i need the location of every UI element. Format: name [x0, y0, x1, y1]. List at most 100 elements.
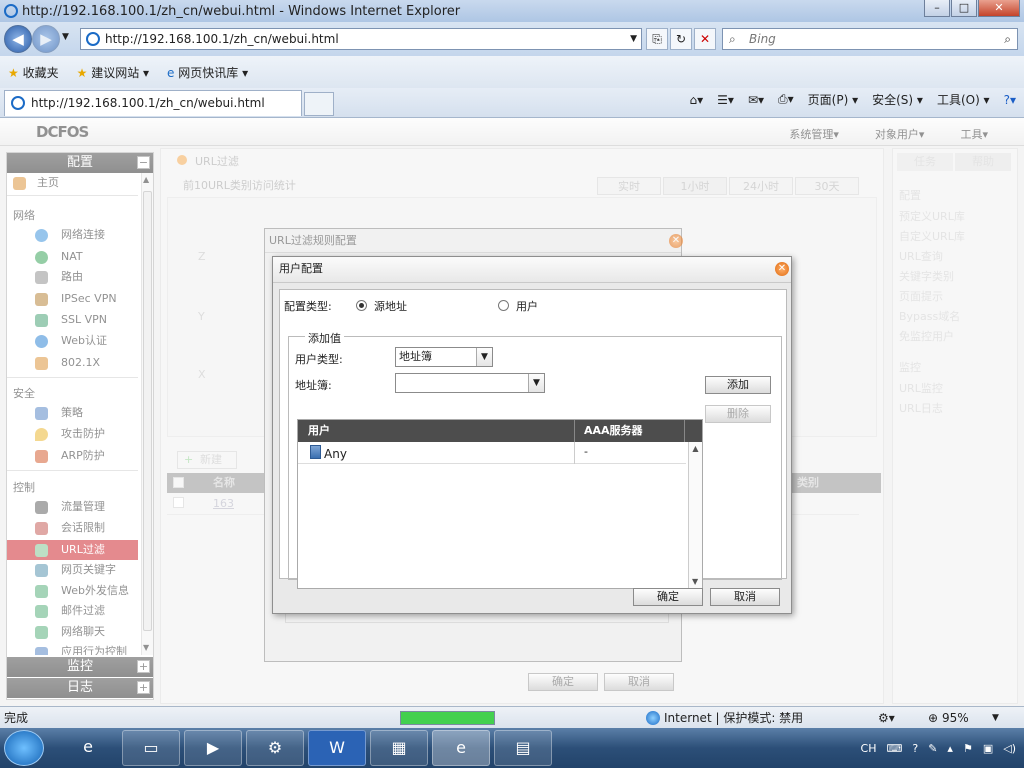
tab-label: http://192.168.100.1/zh_cn/webui.html	[31, 96, 265, 110]
wps-taskbar-icon[interactable]: W	[308, 730, 366, 766]
minimize-button[interactable]: –	[924, 0, 950, 17]
zoom-icon: ⊕	[928, 711, 939, 725]
compat-view-icon[interactable]: ⎘	[646, 28, 668, 50]
address-dropdown-icon[interactable]: ▼	[630, 29, 637, 49]
tray-expand-icon[interactable]: ▴	[947, 742, 953, 755]
divider	[684, 420, 685, 442]
zone-text: Internet | 保护模式: 禁用	[664, 711, 804, 725]
add-button[interactable]: 添加	[705, 376, 771, 394]
bing-search-icon: ⌕	[729, 32, 736, 46]
add-favorite-icon: ★	[76, 65, 88, 80]
chevron-down-icon[interactable]: ▼	[528, 374, 544, 392]
favorites-bar: ★ 收藏夹 ★ 建议网站 ▾ e 网页快讯库 ▾	[0, 56, 1024, 88]
user-type-select[interactable]: 地址簿 ▼	[395, 347, 493, 367]
start-button[interactable]	[4, 730, 44, 766]
suggested-sites-label: 建议网站 ▾	[91, 65, 150, 80]
grid-scrollbar[interactable]: ▲ ▼	[688, 442, 702, 588]
safety-menu[interactable]: 安全(S) ▾	[872, 91, 923, 108]
network-taskbar-icon[interactable]: ▦	[370, 730, 428, 766]
grid-header: 用户 AAA服务器	[298, 420, 702, 442]
table-row[interactable]: Any -	[298, 442, 686, 464]
user-type-label: 用户类型:	[295, 353, 343, 366]
close-window-button[interactable]: ✕	[978, 0, 1020, 17]
tools-menu[interactable]: 工具(O) ▾	[937, 91, 990, 108]
browser-tab[interactable]: http://192.168.100.1/zh_cn/webui.html	[4, 90, 302, 116]
search-placeholder: Bing	[749, 32, 776, 46]
addressbook-select[interactable]: ▼	[395, 373, 545, 393]
page-icon	[86, 32, 100, 46]
search-icon[interactable]: ⌕	[1004, 29, 1011, 49]
home-icon[interactable]: ⌂▾	[690, 93, 704, 107]
radio-source-address[interactable]	[356, 300, 367, 311]
window-title: http://192.168.100.1/zh_cn/webui.html - …	[22, 3, 461, 19]
help-icon[interactable]: ?	[912, 742, 918, 755]
forward-button[interactable]: ▶	[32, 25, 60, 53]
keyboard-icon[interactable]: ⌨	[886, 742, 902, 755]
web-slice-button[interactable]: e 网页快讯库 ▾	[167, 64, 248, 81]
pen-icon[interactable]: ✎	[928, 742, 937, 755]
user-group-icon	[310, 445, 321, 459]
stop-icon[interactable]: ✕	[694, 28, 716, 50]
close-icon[interactable]: ✕	[669, 234, 683, 248]
divider	[574, 420, 575, 442]
ok-button[interactable]: 确定	[633, 588, 703, 606]
refresh-icon[interactable]: ↻	[670, 28, 692, 50]
chevron-down-icon[interactable]: ▼	[476, 348, 492, 366]
address-text: http://192.168.100.1/zh_cn/webui.html	[105, 32, 339, 46]
page-menu[interactable]: 页面(P) ▾	[808, 91, 858, 108]
dialog-header: 用户配置	[273, 257, 791, 283]
ie-taskbar-icon[interactable]: e	[60, 730, 116, 766]
protected-mode-icon[interactable]: ⚙▾	[878, 707, 895, 729]
help-icon[interactable]: ?▾	[1004, 93, 1016, 107]
media-taskbar-icon[interactable]: ▶	[184, 730, 242, 766]
user-config-dialog: 用户配置 ✕ 配置类型: 源地址 用户 添加值 用户类型: 地址簿 ▼ 地址簿:…	[272, 256, 792, 614]
bg-ok-button[interactable]: 确定	[528, 673, 598, 691]
close-icon[interactable]: ✕	[775, 262, 789, 276]
cancel-button[interactable]: 取消	[710, 588, 780, 606]
window-controls: – □ ✕	[924, 0, 1020, 17]
radio-user[interactable]	[498, 300, 509, 311]
bg-cancel-button[interactable]: 取消	[604, 673, 674, 691]
addressbook-label: 地址簿:	[295, 379, 332, 392]
ie-icon	[4, 4, 18, 18]
address-toolbar: ◀ ▶ ▼ http://192.168.100.1/zh_cn/webui.h…	[0, 22, 1024, 56]
radio-user-label: 用户	[516, 300, 538, 313]
address-input[interactable]: http://192.168.100.1/zh_cn/webui.html ▼	[80, 28, 642, 50]
doc-taskbar-icon[interactable]: ▤	[494, 730, 552, 766]
suggested-sites-button[interactable]: ★ 建议网站 ▾	[77, 64, 149, 81]
search-input[interactable]: ⌕ Bing ⌕	[722, 28, 1018, 50]
back-button[interactable]: ◀	[4, 25, 32, 53]
web-slice-label: 网页快讯库 ▾	[178, 65, 249, 80]
zoom-dropdown-icon[interactable]: ▼	[992, 707, 999, 729]
tool-taskbar-icon[interactable]: ⚙	[246, 730, 304, 766]
zoom-level[interactable]: 95%	[942, 707, 969, 729]
system-tray: CH ⌨ ? ✎ ▴ ⚑ ▣ ◁)	[861, 728, 1024, 768]
ie-active-taskbar-icon[interactable]: e	[432, 730, 490, 766]
globe-icon	[646, 711, 660, 725]
dialog-body: 配置类型: 源地址 用户 添加值 用户类型: 地址簿 ▼ 地址簿: ▼ 添加 删…	[279, 289, 787, 589]
mail-icon[interactable]: ✉▾	[748, 93, 764, 107]
maximize-button[interactable]: □	[951, 0, 977, 17]
status-text: 完成	[4, 711, 29, 725]
feeds-icon[interactable]: ☰▾	[717, 93, 734, 107]
history-dropdown-icon[interactable]: ▼	[62, 32, 69, 42]
favorites-label: 收藏夹	[22, 65, 59, 80]
url-rule-dialog-title: URL过滤规则配置	[265, 229, 681, 253]
ime-indicator[interactable]: CH	[861, 742, 877, 755]
favorites-button[interactable]: ★ 收藏夹	[8, 64, 59, 81]
fieldset-legend: 添加值	[305, 330, 344, 346]
scroll-up-icon[interactable]: ▲	[689, 444, 702, 453]
print-icon[interactable]: ⎙▾	[778, 92, 794, 107]
new-tab-button[interactable]	[304, 92, 334, 116]
divider	[574, 442, 575, 464]
grid-cell-aaa: -	[584, 445, 588, 458]
col-aaa: AAA服务器	[584, 424, 643, 437]
command-bar: ⌂▾ ☰▾ ✉▾ ⎙▾ 页面(P) ▾ 安全(S) ▾ 工具(O) ▾ ?▾	[690, 91, 1016, 108]
network-icon[interactable]: ▣	[983, 742, 993, 755]
flag-icon[interactable]: ⚑	[963, 742, 973, 755]
star-icon: ★	[8, 65, 19, 80]
volume-icon[interactable]: ◁)	[1003, 742, 1016, 755]
delete-button[interactable]: 删除	[705, 405, 771, 423]
explorer-taskbar-icon[interactable]: ▭	[122, 730, 180, 766]
scroll-down-icon[interactable]: ▼	[692, 577, 698, 586]
